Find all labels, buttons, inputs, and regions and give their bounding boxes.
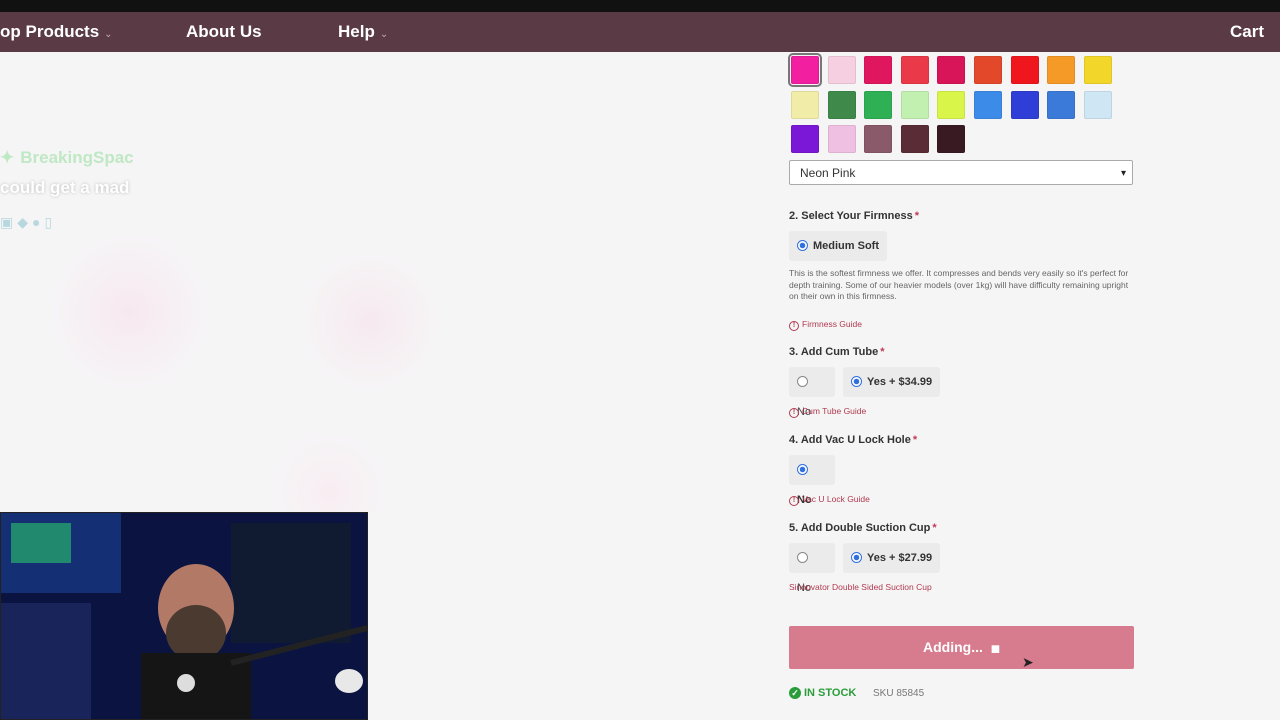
stream-overlay-badges: ▣◆●▯ bbox=[0, 214, 56, 231]
radio-unselected-icon bbox=[797, 551, 808, 563]
stock-status: ✓ IN STOCK bbox=[789, 687, 856, 699]
nav-about-us[interactable]: About Us bbox=[186, 12, 262, 52]
nav-shop-products[interactable]: op Products ⌄ bbox=[0, 12, 113, 52]
color-swatch[interactable] bbox=[900, 125, 929, 153]
vac-u-lock-label-text: 4. Add Vac U Lock Hole bbox=[789, 434, 911, 446]
color-swatch[interactable] bbox=[827, 90, 856, 119]
color-swatch[interactable] bbox=[937, 125, 966, 153]
firmness-description: This is the softest firmness we offer. I… bbox=[789, 268, 1129, 301]
suction-cup-label-text: 5. Add Double Suction Cup bbox=[789, 522, 931, 534]
color-swatch[interactable] bbox=[900, 90, 929, 119]
nav-about-us-label: About Us bbox=[186, 22, 262, 41]
cum-tube-option-no[interactable]: No bbox=[789, 367, 835, 418]
sku-label: SKU 85845 bbox=[873, 688, 925, 699]
cum-tube-guide-link[interactable]: ! Cum Tube Guide bbox=[789, 406, 866, 418]
required-mark: * bbox=[932, 522, 937, 534]
info-icon: ! bbox=[789, 408, 799, 418]
suction-cup-option-no[interactable]: No bbox=[789, 543, 835, 594]
color-swatch[interactable] bbox=[864, 125, 893, 153]
bracket-icon: ▯ bbox=[44, 214, 57, 230]
stream-overlay-message: could get a mad bbox=[0, 178, 130, 197]
webcam-scene bbox=[1, 513, 367, 719]
required-mark: * bbox=[880, 346, 885, 358]
cum-tube-label: 3. Add Cum Tube * bbox=[789, 346, 885, 358]
nav-shop-products-label: op Products bbox=[0, 22, 100, 41]
suction-cup-label: 5. Add Double Suction Cup * bbox=[789, 522, 937, 534]
vac-u-lock-guide-label: Vac U Lock Guide bbox=[802, 494, 870, 504]
suction-cup-yes-label: Yes + $27.99 bbox=[867, 552, 933, 564]
add-to-cart-button[interactable]: Adding... ◼ bbox=[789, 626, 1134, 669]
chevron-down-icon: ▾ bbox=[1120, 168, 1126, 179]
color-swatch[interactable] bbox=[1047, 90, 1076, 119]
check-circle-icon: ✓ bbox=[789, 687, 801, 699]
nav-cart-label: Cart bbox=[1230, 22, 1265, 41]
firmness-option-label: Medium Soft bbox=[813, 240, 879, 252]
firmness-option-medium-soft[interactable]: Medium Soft bbox=[789, 231, 887, 261]
top-strip bbox=[0, 0, 1280, 12]
add-to-cart-label: Adding... bbox=[922, 639, 983, 655]
color-swatch[interactable] bbox=[791, 125, 819, 153]
info-icon: ! bbox=[789, 321, 799, 331]
stream-overlay-follower: ✦ BreakingSpac bbox=[0, 148, 134, 168]
color-swatch[interactable] bbox=[827, 56, 856, 84]
color-swatch[interactable] bbox=[791, 90, 819, 119]
color-swatch[interactable] bbox=[827, 125, 856, 153]
color-swatch[interactable] bbox=[1083, 56, 1112, 84]
vac-u-lock-option-no[interactable]: No bbox=[789, 455, 835, 506]
product-image-area bbox=[0, 52, 770, 512]
firmness-guide-link[interactable]: ! Firmness Guide bbox=[789, 319, 862, 331]
firmness-guide-label: Firmness Guide bbox=[802, 319, 862, 329]
nav-help-label: Help bbox=[338, 22, 375, 41]
chevron-down-icon: ⌄ bbox=[379, 29, 389, 40]
color-swatch[interactable] bbox=[1083, 90, 1112, 119]
color-swatch[interactable] bbox=[1010, 56, 1039, 84]
vac-u-lock-label: 4. Add Vac U Lock Hole * bbox=[789, 434, 917, 446]
info-icon: ! bbox=[789, 496, 799, 506]
cum-tube-guide-label: Cum Tube Guide bbox=[802, 406, 867, 416]
coin-icon: ● bbox=[32, 214, 45, 230]
required-mark: * bbox=[914, 210, 919, 222]
color-swatch[interactable] bbox=[1010, 90, 1039, 119]
color-dropdown-value: Neon Pink bbox=[800, 166, 856, 180]
radio-selected-icon bbox=[851, 551, 862, 563]
color-swatch[interactable] bbox=[937, 90, 966, 119]
chevron-down-icon: ⌄ bbox=[104, 29, 113, 40]
mouse-cursor-icon: ➤ bbox=[1022, 654, 1034, 670]
nav-help[interactable]: Help ⌄ bbox=[338, 12, 388, 52]
color-swatch[interactable] bbox=[1047, 56, 1076, 84]
firmness-label: 2. Select Your Firmness * bbox=[789, 210, 919, 222]
top-navbar: op Products ⌄ About Us Help ⌄ Cart bbox=[0, 12, 1280, 52]
suction-cup-option-yes[interactable]: Yes + $27.99 bbox=[843, 543, 941, 573]
color-swatch[interactable] bbox=[900, 56, 929, 84]
diamond-icon: ◆ bbox=[17, 214, 33, 230]
firmness-label-text: 2. Select Your Firmness bbox=[789, 210, 913, 222]
badge-icon: ▣ bbox=[0, 214, 18, 230]
color-swatch[interactable] bbox=[937, 56, 966, 84]
nav-cart[interactable]: Cart bbox=[1230, 12, 1264, 52]
color-swatch[interactable] bbox=[974, 56, 1002, 84]
suction-cup-product-link[interactable]: Sinnovator Double Sided Suction Cup bbox=[789, 582, 932, 592]
color-swatch[interactable] bbox=[864, 90, 893, 119]
radio-selected-icon bbox=[851, 375, 862, 387]
sparkle-icon: ✦ bbox=[0, 148, 15, 167]
radio-selected-icon bbox=[797, 463, 808, 475]
radio-selected-icon bbox=[797, 239, 808, 251]
cum-tube-label-text: 3. Add Cum Tube bbox=[789, 346, 879, 358]
vac-u-lock-guide-link[interactable]: ! Vac U Lock Guide bbox=[789, 494, 870, 506]
radio-unselected-icon bbox=[797, 375, 808, 387]
lock-icon: ◼ bbox=[990, 643, 1001, 655]
cum-tube-yes-label: Yes + $34.99 bbox=[867, 376, 933, 388]
color-swatch[interactable] bbox=[974, 90, 1002, 119]
color-swatch[interactable] bbox=[864, 56, 893, 84]
required-mark: * bbox=[912, 434, 918, 446]
color-swatch[interactable] bbox=[788, 53, 822, 87]
color-dropdown[interactable]: Neon Pink ▾ bbox=[789, 160, 1133, 185]
cum-tube-option-yes[interactable]: Yes + $34.99 bbox=[843, 367, 941, 397]
stock-status-label: IN STOCK bbox=[804, 687, 857, 699]
webcam-overlay bbox=[0, 512, 368, 720]
follower-name: BreakingSpac bbox=[20, 148, 134, 167]
